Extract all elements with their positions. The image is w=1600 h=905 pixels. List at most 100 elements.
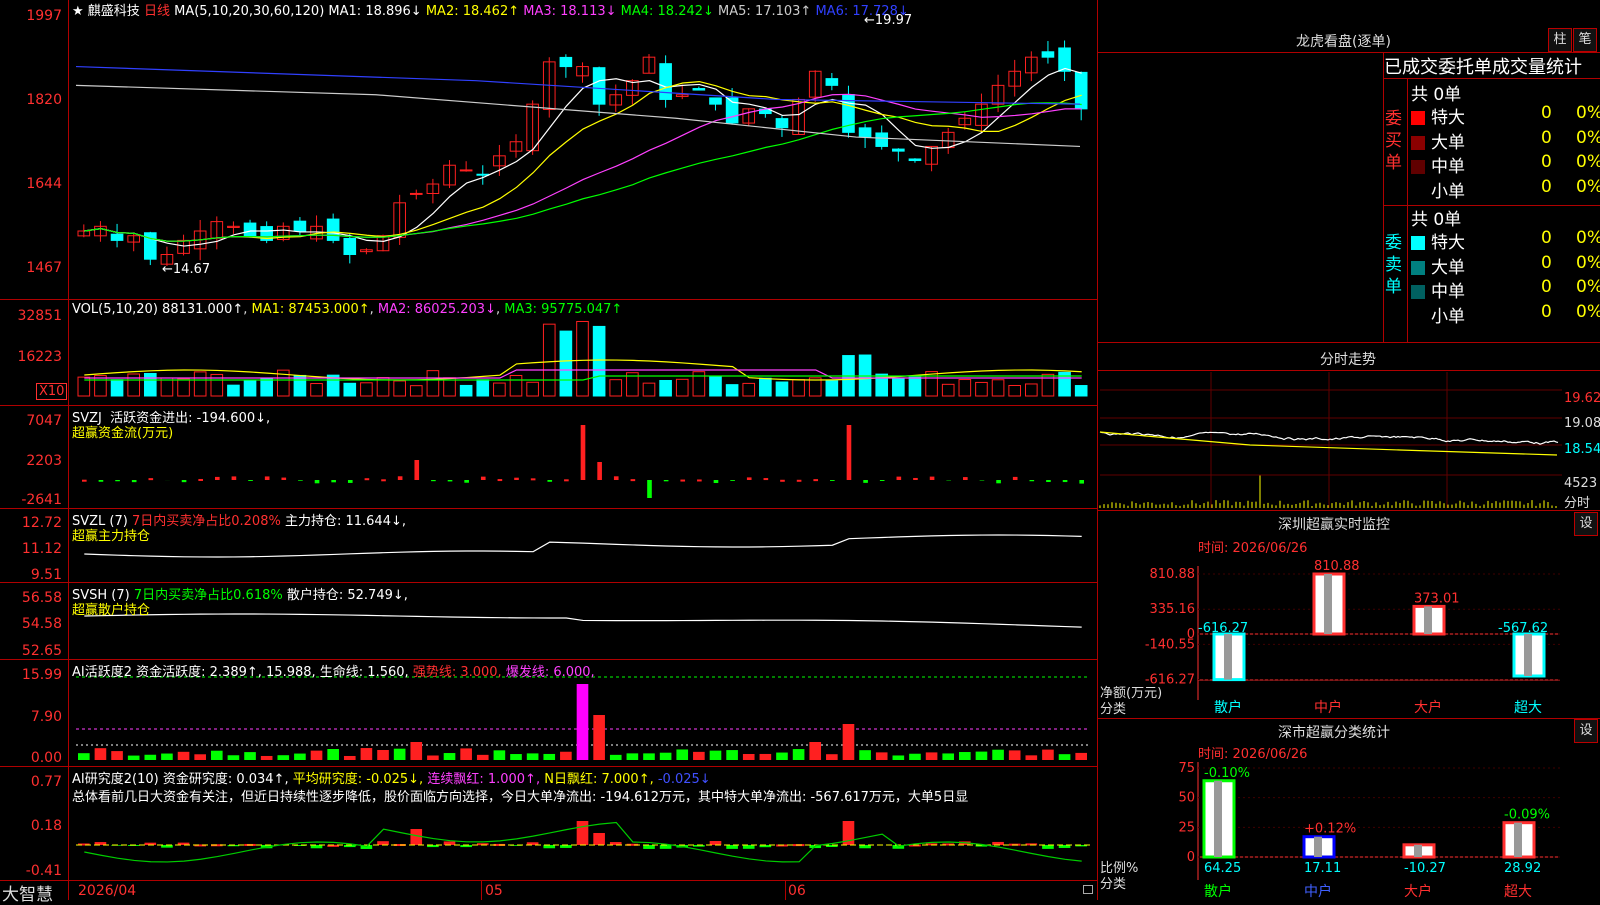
ma-value-5: MA5: 17.103↑ [714,4,811,19]
research-bar [593,833,605,845]
flow-bar [531,478,536,480]
activity-bar [1009,750,1021,760]
volume-bar [893,379,905,396]
volume-bar [826,381,838,396]
candle [876,133,888,146]
flow-bar [680,480,685,482]
category-swatch [1411,236,1425,250]
flow-bar [198,479,203,481]
category-name: 大单 [1431,133,1465,153]
flow-bar [398,476,403,480]
volume-bar [660,380,672,396]
flow-bar [331,480,336,482]
monitor-settings-button[interactable]: 设 [1574,512,1598,536]
stats-tabs[interactable]: 已成交委托单成交量统计 [1384,53,1582,79]
research-bar [710,841,722,845]
activity-bar [211,751,223,760]
category-pct: 0% [1576,177,1600,197]
main-ytick: 1644 [0,176,62,192]
category-count: 0 [1541,277,1552,297]
volume-bar [510,375,522,396]
research-bar [377,841,389,845]
candle [294,221,306,231]
vol-value: 88131.000↑ [162,302,243,317]
activity-bar [793,749,805,760]
flow-bar [1079,480,1084,484]
candle [410,193,422,194]
activity-bar [111,751,123,760]
category-count: 0 [1541,152,1552,172]
research-bar [444,841,456,845]
svzj-ytick: 2203 [0,453,62,469]
activity-bar [743,754,755,760]
candle [344,238,356,254]
svzl-position: 主力持仓: 11.644↓, [285,514,406,529]
ai2-tail: -0.025↓ [658,772,711,787]
svzl-ratio: 7日内买卖净占比0.208% [132,514,281,529]
lock-icon[interactable] [1083,885,1093,894]
star-icon[interactable]: ★ [72,4,84,19]
flow-bar [764,478,769,480]
volume-bar [577,321,589,396]
activity-bar [992,750,1004,760]
classify-settings-button[interactable]: 设 [1574,719,1598,743]
flow-bar [248,480,253,481]
flow-bar [880,480,885,481]
activity-bar [926,752,938,760]
ai1-ytick: 0.00 [0,750,62,766]
bar-mode-button[interactable]: 柱 [1548,28,1572,52]
category-swatch [1411,261,1425,275]
flow-bar [581,425,586,480]
activity-bar [710,751,722,760]
volume-bar [676,379,688,396]
orderbook-row: 特大00% [1411,103,1600,128]
ma-params: MA(5,10,20,30,60,120) [174,4,324,19]
candle [111,234,123,240]
volume-bar [527,382,539,396]
activity-bar [876,752,888,760]
ma-value-1: MA1: 18.896↓ [328,4,421,19]
category-name: 中单 [1431,157,1465,177]
main-ytick: 1820 [0,92,62,108]
category-count: 0 [1541,302,1552,322]
svsh-position: 散户持仓: 52.749↓, [287,588,408,603]
activity-bar [1059,754,1071,760]
flow-bar [431,480,436,481]
intraday-unit: 分时 [1564,492,1590,511]
flow-bar [215,477,220,480]
ai2-commentary: 总体看前几日大资金有关注，但近日持续性逐步降低，股价面临方向选择，今日大单净流出… [72,786,1094,805]
flow-bar [115,480,120,481]
volume-bar [726,385,738,396]
activity-bar [244,752,256,760]
ai2-red-streak: 连续飘红: 1.000↑, [427,772,540,787]
activity-bar [543,754,555,760]
x-label-month: 05 [485,883,503,899]
right-panel: 龙虎看盘(逐单) 柱 笔 已成交委托单成交量统计 委买单 共 0单 特大00%大… [1098,0,1600,900]
activity-bar [261,756,273,760]
flow-bar [315,480,320,483]
activity-bar [460,748,472,760]
period-label[interactable]: 日线 [144,4,170,19]
volume-bar [427,371,439,396]
ai1-activity: 资金活跃度: 2.389↑, 15.988, [136,665,316,680]
flow-bar [597,462,602,480]
activity-bar [1042,750,1054,760]
ai2-ytick: -0.41 [0,863,62,879]
volume-bar [610,380,622,396]
ai2-n-red: N日飘红: 7.000↑, [544,772,653,787]
tick-mode-button[interactable]: 笔 [1573,28,1597,52]
sell-side-label: 委卖单 [1385,232,1405,298]
research-bar [660,845,672,849]
volume-bar [128,374,140,396]
category-pct: 0% [1576,302,1600,322]
flow-bar [847,425,852,480]
buy-total: 共 0单 [1411,80,1461,105]
flow-bar [348,480,353,483]
activity-bar [577,684,589,760]
vol-ytick: 16223 [0,349,62,365]
orderbook-row: 中单00% [1411,152,1600,177]
activity-bar [676,749,688,760]
low-price-label: ←14.67 [162,262,210,277]
activity-bar [477,755,489,760]
ai1-strong: 强势线: 3.000, [413,665,502,680]
